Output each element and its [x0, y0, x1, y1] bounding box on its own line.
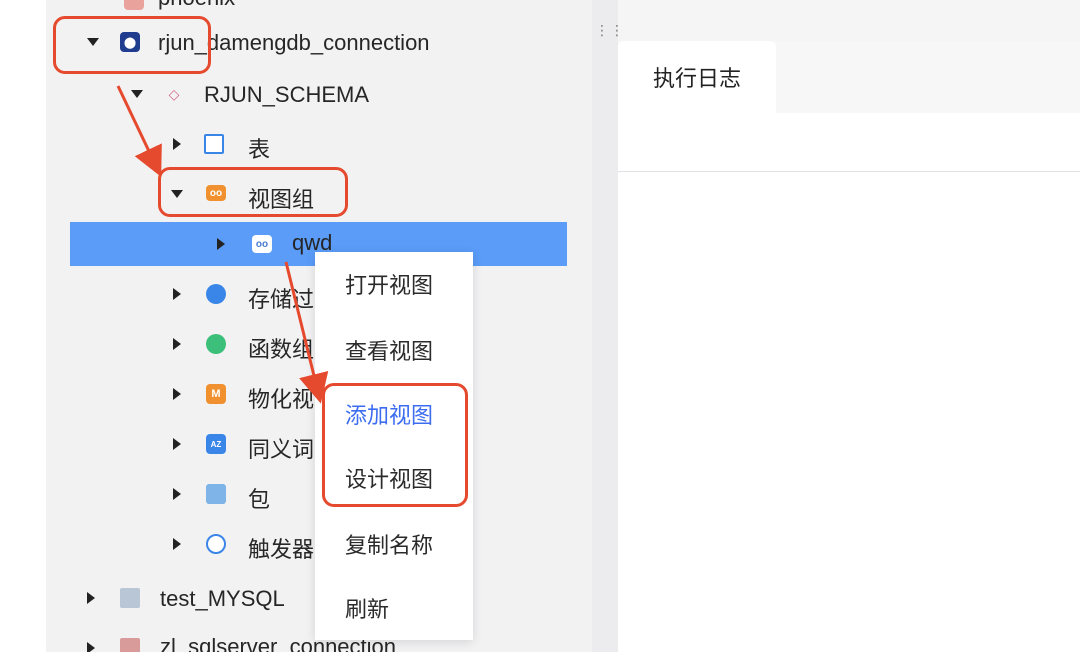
annotation-arrows: [116, 85, 329, 404]
arrow-to-view-group: [116, 85, 162, 177]
arrow-to-add-view: [284, 261, 329, 404]
